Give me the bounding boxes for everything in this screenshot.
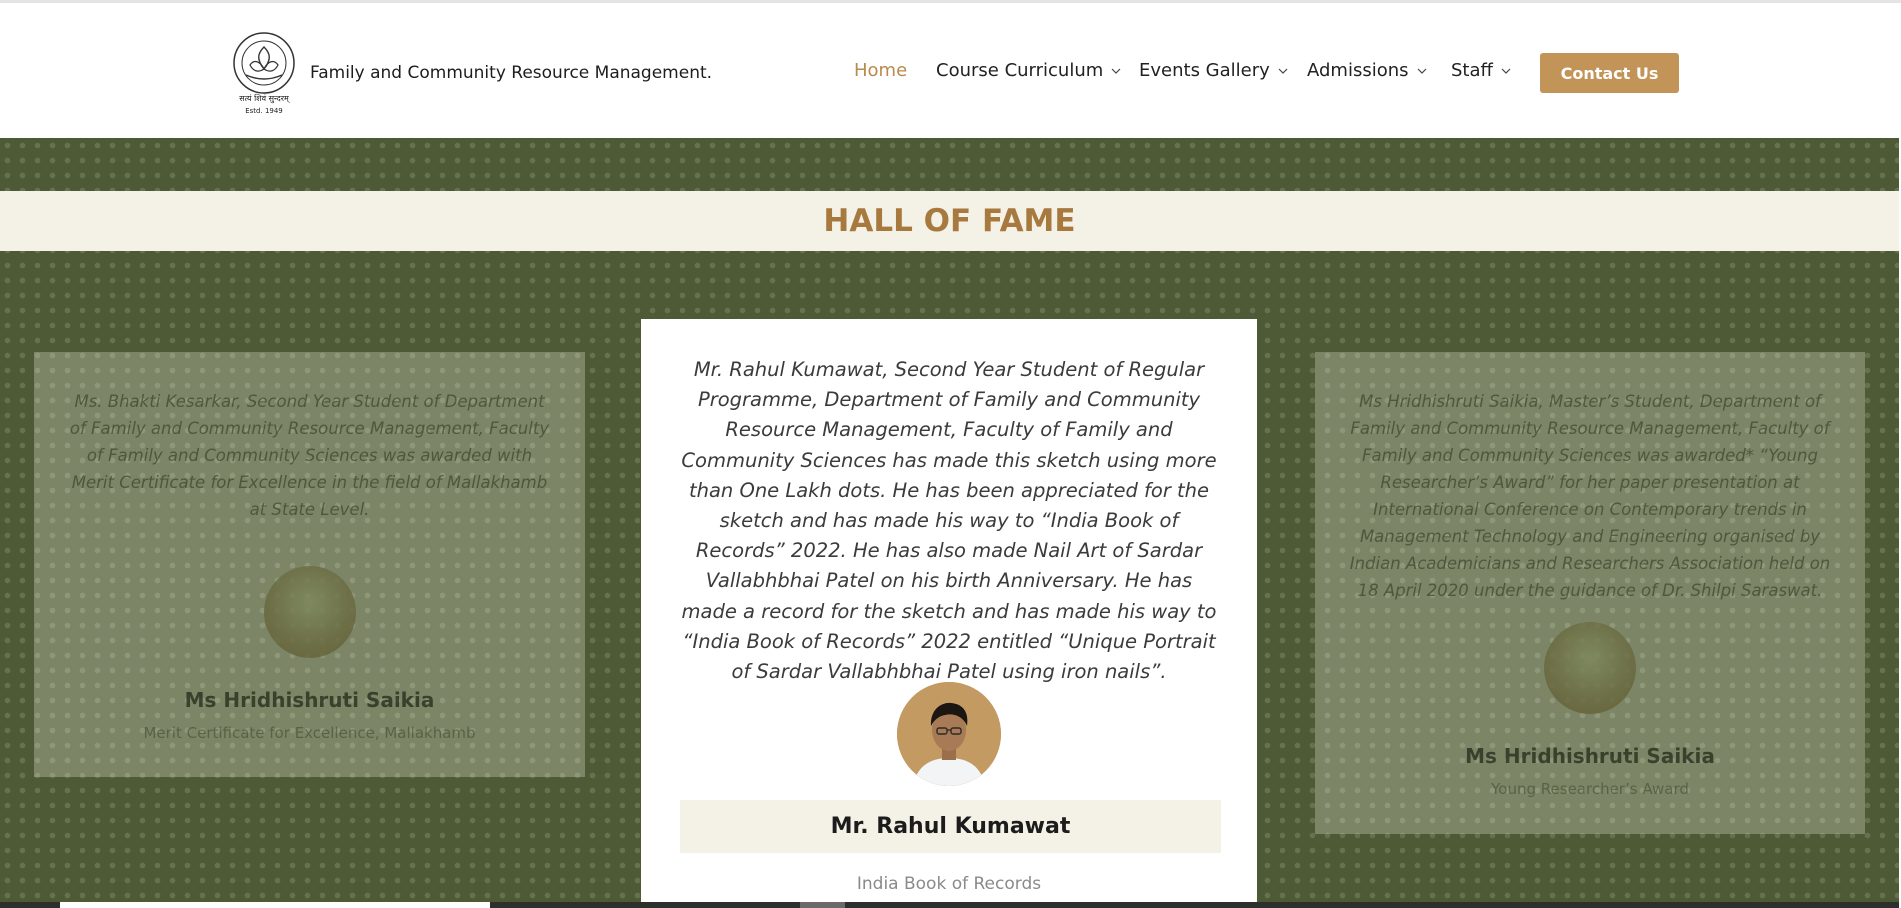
- testimonial-award: India Book of Records: [856, 874, 1042, 894]
- nav-item-label: Admissions: [1307, 60, 1409, 81]
- svg-text:Estd. 1949: Estd. 1949: [245, 107, 283, 115]
- avatar: [897, 682, 1001, 786]
- testimonial-card-right[interactable]: Ms Hridhishruti Saikia, Master’s Student…: [1315, 352, 1865, 834]
- person-portrait: [897, 682, 1001, 786]
- testimonial-card-left[interactable]: Ms. Bhakti Kesarkar, Second Year Student…: [34, 352, 585, 777]
- avatar: [264, 566, 356, 658]
- hall-of-fame-section: HALL OF FAME Ms. Bhakti Kesarkar, Second…: [0, 138, 1899, 908]
- nav-item-label: Events Gallery: [1139, 60, 1270, 81]
- chevron-down-icon: [1501, 68, 1511, 74]
- bottom-strip: [0, 902, 1899, 908]
- nav-item-label: Course Curriculum: [936, 60, 1104, 81]
- site-name[interactable]: Family and Community Resource Management…: [310, 63, 712, 83]
- avatar: [1544, 622, 1636, 714]
- nav-item-staff[interactable]: Staff: [1451, 60, 1511, 81]
- section-title: HALL OF FAME: [823, 203, 1076, 239]
- testimonial-award: Young Researcher’s Award: [1491, 780, 1689, 798]
- testimonial-award: Merit Certificate for Excellence, Mallak…: [143, 724, 476, 742]
- testimonial-quote: Ms Hridhishruti Saikia, Master’s Student…: [1349, 392, 1831, 600]
- testimonial-card-center[interactable]: Mr. Rahul Kumawat, Second Year Student o…: [641, 319, 1257, 908]
- nav-item-label: Home: [854, 60, 908, 81]
- nav-item-label: Staff: [1451, 60, 1493, 81]
- testimonial-quote: Ms. Bhakti Kesarkar, Second Year Student…: [69, 392, 550, 519]
- chevron-down-icon: [1278, 68, 1288, 74]
- bottom-strip-segment: [60, 902, 490, 908]
- testimonial-name: Mr. Rahul Kumawat: [680, 800, 1221, 853]
- nav-item-admissions[interactable]: Admissions: [1307, 60, 1427, 81]
- nav-item-course-curriculum[interactable]: Course Curriculum: [936, 60, 1121, 81]
- testimonial-name: Ms Hridhishruti Saikia: [1465, 744, 1715, 768]
- contact-us-button[interactable]: Contact Us: [1540, 53, 1679, 93]
- nav-item-home[interactable]: Home: [854, 60, 907, 81]
- chevron-down-icon: [1111, 68, 1121, 74]
- chevron-down-icon: [1417, 68, 1426, 74]
- bottom-strip-segment: [800, 902, 845, 908]
- testimonial-quote: Mr. Rahul Kumawat, Second Year Student o…: [681, 358, 1217, 684]
- nav-item-events-gallery[interactable]: Events Gallery: [1139, 60, 1288, 81]
- site-header: सत्यं शिवं सुन्दरम् Estd. 1949 Family an…: [0, 3, 1901, 138]
- university-logo[interactable]: सत्यं शिवं सुन्दरम् Estd. 1949: [228, 29, 300, 117]
- testimonial-name: Ms Hridhishruti Saikia: [184, 688, 435, 712]
- svg-text:सत्यं शिवं सुन्दरम्: सत्यं शिवं सुन्दरम्: [239, 93, 291, 104]
- title-band: HALL OF FAME: [0, 191, 1899, 251]
